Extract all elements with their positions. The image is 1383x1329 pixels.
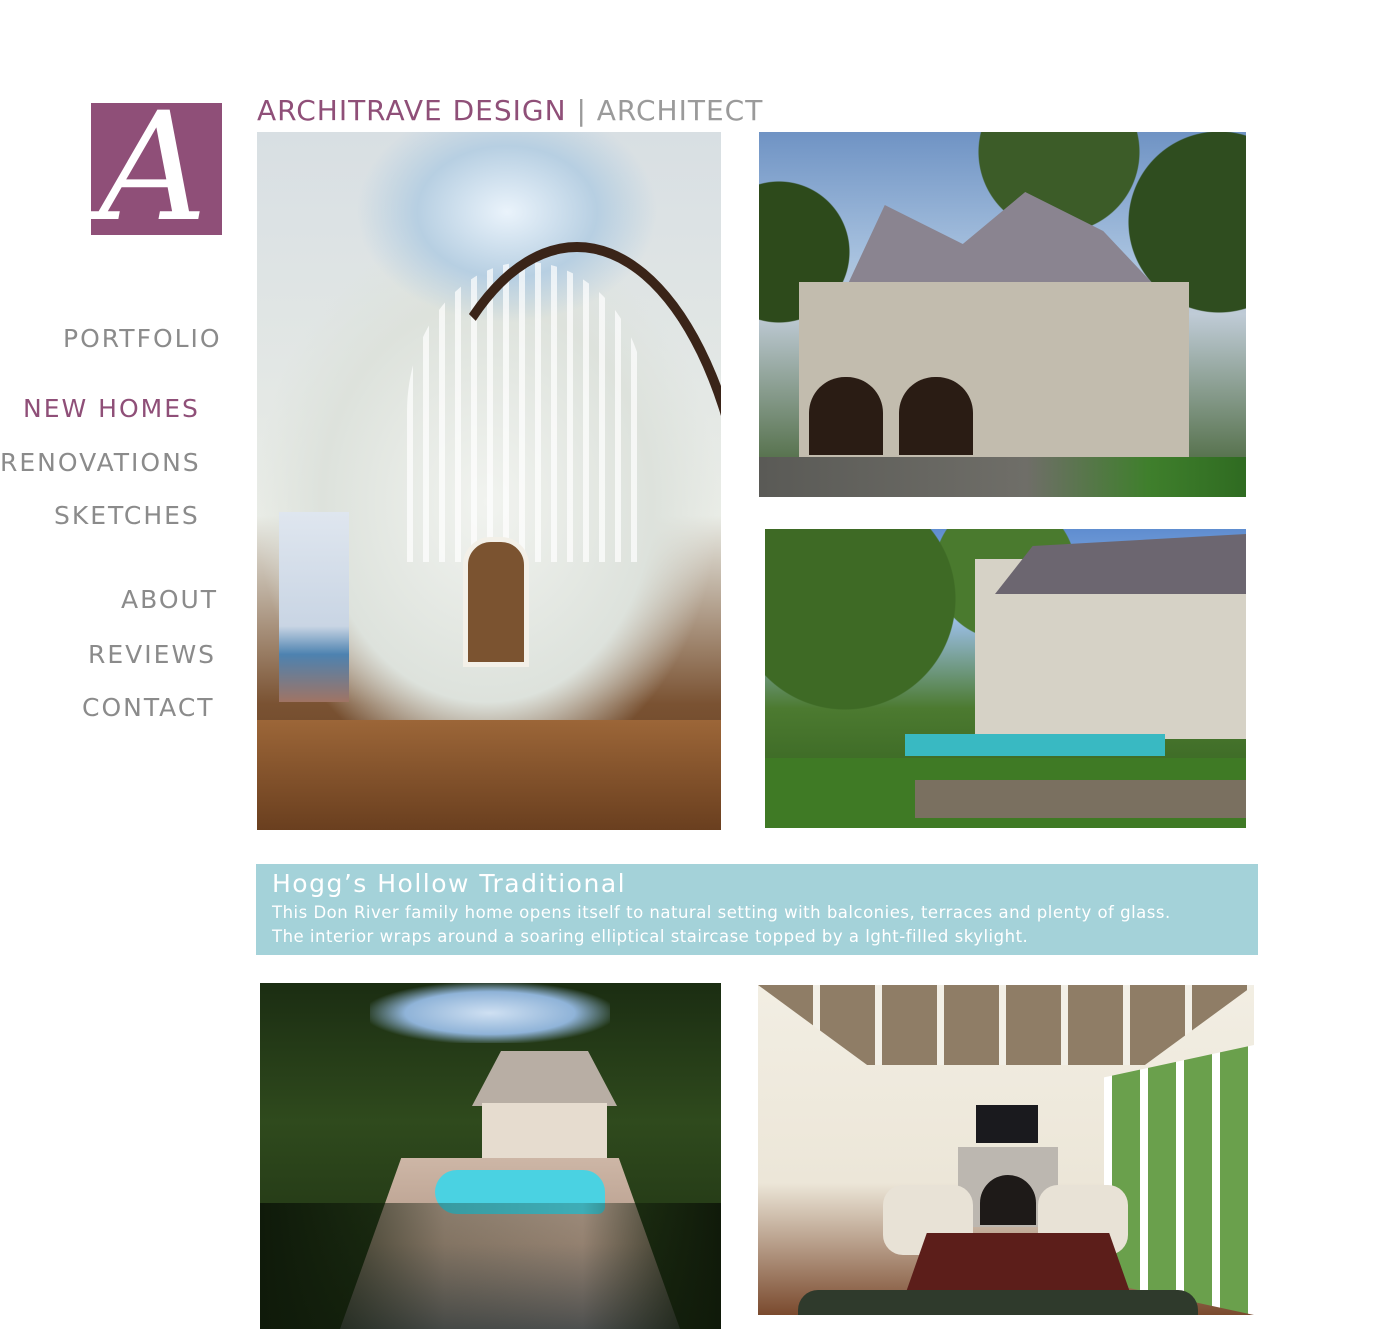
project-info-banner: Hogg’s Hollow Traditional This Don River…: [256, 864, 1258, 955]
title-separator: |: [566, 94, 597, 127]
hardwood-floor: [257, 720, 721, 830]
photo-front-facade[interactable]: [759, 132, 1246, 497]
nav-contact[interactable]: CONTACT: [82, 693, 215, 722]
firebox: [980, 1175, 1036, 1225]
driveway-lawn: [759, 457, 1246, 497]
garage-door: [899, 377, 973, 455]
nav-reviews[interactable]: REVIEWS: [88, 640, 216, 669]
pool: [905, 734, 1165, 756]
project-description-line-1: This Don River family home opens itself …: [272, 903, 1171, 922]
photo-elliptical-staircase[interactable]: [257, 132, 721, 830]
coffered-ceiling: [758, 985, 1254, 1065]
television: [976, 1105, 1038, 1143]
project-title: Hogg’s Hollow Traditional: [272, 869, 627, 898]
nav-portfolio[interactable]: PORTFOLIO: [63, 324, 222, 353]
nav-about[interactable]: ABOUT: [121, 585, 218, 614]
photo-rear-pool-terrace[interactable]: [765, 529, 1246, 828]
brand-name: ARCHITRAVE DESIGN: [257, 94, 567, 127]
sofa: [798, 1290, 1198, 1315]
brand-logo[interactable]: A: [91, 103, 222, 235]
french-doors: [1104, 1045, 1254, 1315]
sky: [370, 983, 610, 1043]
nav-new-homes[interactable]: NEW HOMES: [23, 394, 200, 423]
brand-role: ARCHITECT: [596, 94, 764, 127]
nav-sketches[interactable]: SKETCHES: [54, 501, 200, 530]
nav-renovations[interactable]: RENOVATIONS: [0, 448, 201, 477]
logo-letter: A: [99, 103, 207, 235]
photo-pool-cabana[interactable]: [260, 983, 721, 1329]
photo-family-room[interactable]: [758, 985, 1254, 1315]
stone-retaining-wall: [915, 780, 1246, 818]
cabana: [482, 1103, 607, 1163]
site-title: ARCHITRAVE DESIGN | ARCHITECT: [257, 94, 763, 127]
side-room-view: [279, 512, 349, 702]
arched-front-door: [463, 537, 529, 667]
shadow-overlay: [260, 1203, 721, 1329]
project-description-line-2: The interior wraps around a soaring elli…: [272, 927, 1029, 946]
cabana-roof: [472, 1051, 617, 1106]
garage-door: [809, 377, 883, 455]
